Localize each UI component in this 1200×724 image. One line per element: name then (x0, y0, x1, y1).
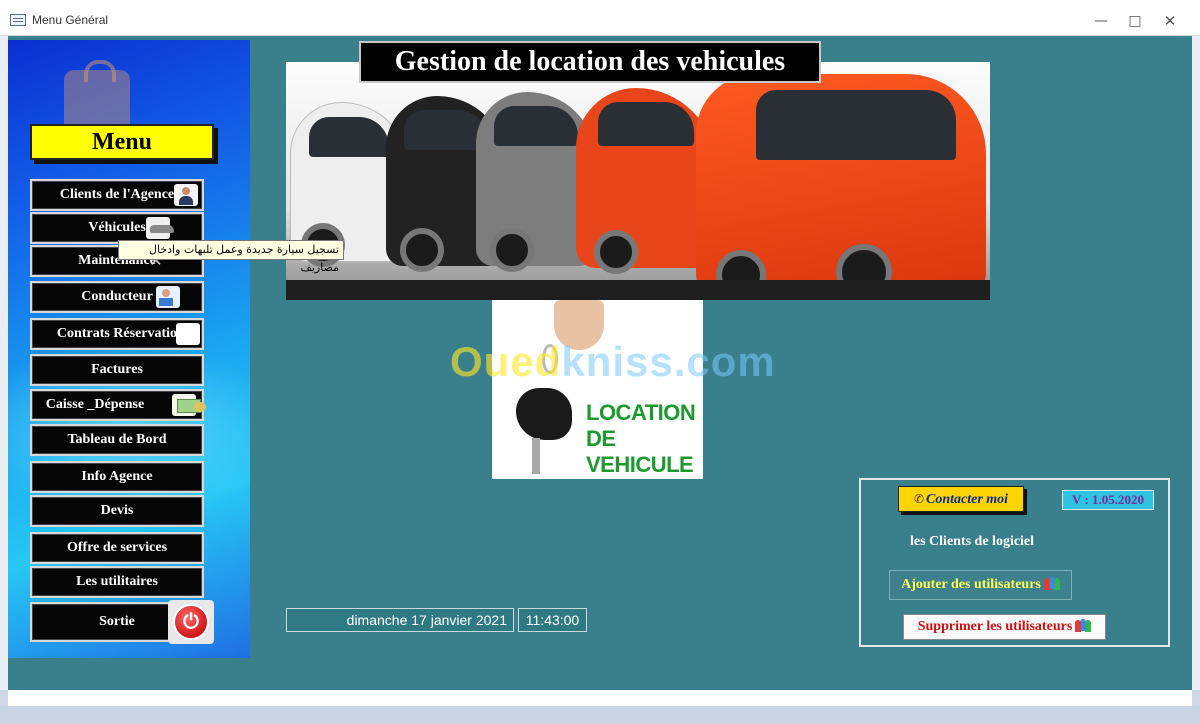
clients-label: les Clients de logiciel (910, 534, 1035, 549)
menu-item-label: Factures (91, 362, 143, 377)
factures-button[interactable]: Factures (30, 354, 204, 386)
clients-agence-button[interactable]: Clients de l'Agence (30, 179, 204, 211)
key-fob-icon (516, 388, 572, 440)
window-titlebar: Menu Général — □ ✕ (0, 0, 1200, 36)
info-agence-button[interactable]: Info Agence (30, 461, 204, 493)
tableau-de-bord-button[interactable]: Tableau de Bord (30, 424, 204, 456)
status-bar (8, 690, 1192, 706)
menu-item-label: Véhicules (88, 220, 146, 235)
offre-de-services-button[interactable]: Offre de services (30, 532, 204, 564)
time-display: 11:43:00 (518, 608, 587, 632)
users-group-icon (1043, 576, 1060, 590)
close-window-button[interactable]: ✕ (1155, 10, 1185, 32)
menu-item-label: Offre de services (66, 540, 168, 555)
client-person-icon (174, 184, 198, 206)
add-users-label: Ajouter des utilisateurs (901, 577, 1041, 592)
ouedkniss-watermark: Ouedkniss.com (450, 338, 776, 386)
car-icon (146, 217, 174, 239)
version-badge: V : 1.05.2020 (1062, 490, 1154, 510)
add-users-button[interactable]: Ajouter des utilisateurs (889, 570, 1072, 600)
vehicules-tooltip: تسجيل سيارة جديدة وعمل تلبهات وادخال مصا… (118, 240, 344, 274)
car-key-image: LOCATION DE VEHICULE (492, 300, 703, 479)
maximize-button[interactable]: □ (1120, 10, 1150, 32)
driver-icon (156, 286, 180, 308)
window-title: Menu Général (32, 13, 109, 27)
cars-banner-image (286, 62, 990, 300)
delete-users-label: Supprimer les utilisateurs (917, 619, 1073, 634)
money-icon (172, 394, 206, 416)
les-utilitaires-button[interactable]: Les utilitaires (30, 566, 204, 598)
app-form-icon (10, 14, 26, 26)
menu-item-label: Contrats Réservatio (56, 326, 178, 341)
menu-item-label: Les utilitaires (76, 574, 158, 589)
delete-users-button[interactable]: Supprimer les utilisateurs (903, 614, 1106, 640)
watermark-part-1: Oued (450, 338, 562, 385)
document-icon (176, 323, 200, 345)
power-button[interactable]: ⏻ (168, 600, 214, 644)
contact-button[interactable]: ✆ Contacter moi (898, 486, 1024, 512)
menu-item-label: Clients de l'Agence (59, 187, 175, 202)
orange-car-graphic (576, 88, 716, 274)
menu-item-label: Devis (100, 503, 134, 518)
menu-item-label: Sortie (99, 614, 135, 629)
menu-title: Menu (30, 124, 214, 160)
watermark-part-2: kniss.com (561, 338, 776, 385)
menu-item-label: Conducteur (81, 289, 153, 304)
banner-ground (286, 280, 990, 300)
menu-item-label: Tableau de Bord (67, 432, 167, 447)
caisse-depense-button[interactable]: Caisse _Dépense (30, 389, 206, 421)
menu-item-label: Info Agence (81, 469, 153, 484)
contrats-reservation-button[interactable]: Contrats Réservatio (30, 318, 204, 350)
users-group-icon (1075, 618, 1091, 632)
power-icon: ⏻ (173, 604, 209, 640)
key-blade-graphic (532, 438, 540, 474)
minimize-button[interactable]: — (1086, 10, 1116, 32)
page-title: Gestion de location des vehicules (359, 41, 821, 83)
phone-icon: ✆ (913, 492, 924, 506)
devis-button[interactable]: Devis (30, 495, 204, 527)
contact-label: Contacter moi (926, 492, 1009, 507)
red-car-graphic (696, 74, 986, 300)
taskbar-strip (0, 706, 1200, 724)
key-image-caption: LOCATION DE VEHICULE (586, 400, 696, 477)
date-display: dimanche 17 janvier 2021 (286, 608, 514, 632)
conducteur-button[interactable]: Conducteur (30, 281, 204, 313)
menu-item-label: Caisse _Dépense (45, 397, 145, 412)
